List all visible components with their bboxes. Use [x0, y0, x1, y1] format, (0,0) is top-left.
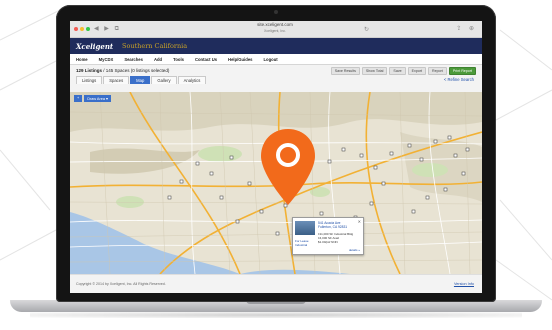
main-nav: Home MyCDX Searches Add Tools Contact Us…: [70, 54, 482, 65]
version-info-link[interactable]: Version Info: [454, 282, 474, 286]
stage: ◀ ▶ ⧉ site.xceligent.com Xceligent, Inc.…: [0, 0, 552, 330]
market-name: Southern California: [122, 42, 188, 50]
minimize-window-icon[interactable]: [80, 27, 84, 31]
browser-nav-arrows-icon[interactable]: ◀ ▶ ⧉: [94, 25, 121, 33]
copyright-text: Copyright © 2014 by Xceligent, Inc. All …: [76, 282, 166, 286]
tab-spaces[interactable]: Spaces: [103, 76, 130, 84]
window-controls: [74, 27, 90, 31]
nav-item-contact[interactable]: Contact Us: [195, 57, 217, 62]
save-results-button[interactable]: Save Results: [330, 67, 360, 75]
nav-item-tools[interactable]: Tools: [173, 57, 184, 62]
brand-bar: Xceligent Southern California: [70, 38, 482, 54]
results-summary: 129 Listings / 145 Spaces (0 listings se…: [76, 68, 169, 73]
tab-gallery[interactable]: Gallery: [151, 76, 177, 84]
page-tab-title: Xceligent, Inc.: [264, 29, 286, 33]
details-link[interactable]: details »: [349, 248, 360, 252]
close-icon[interactable]: ✕: [358, 219, 361, 224]
property-thumbnail[interactable]: [295, 221, 315, 235]
map-view[interactable]: + Draw Area ▾ ✕ 541 Acacia Ave Fullerton…: [70, 92, 482, 274]
browser-chrome: ◀ ▶ ⧉ site.xceligent.com Xceligent, Inc.…: [70, 21, 482, 38]
refine-search-link[interactable]: < Refine Search: [444, 77, 474, 82]
report-button[interactable]: Report: [428, 67, 447, 75]
laptop-lid: ◀ ▶ ⧉ site.xceligent.com Xceligent, Inc.…: [56, 5, 496, 302]
listing-count: 129 Listings: [76, 68, 103, 73]
address-bar[interactable]: site.xceligent.com Xceligent, Inc.: [190, 22, 360, 34]
space-count: / 145 Spaces (0 listings selected): [103, 68, 170, 73]
zoom-in-button[interactable]: +: [74, 95, 83, 102]
tab-analytics[interactable]: Analytics: [177, 76, 207, 84]
save-button[interactable]: Save: [389, 67, 406, 75]
draw-area-button[interactable]: Draw Area ▾: [84, 95, 111, 102]
location-pin-icon[interactable]: [258, 127, 318, 207]
maximize-window-icon[interactable]: [86, 27, 90, 31]
logo[interactable]: Xceligent: [76, 42, 113, 51]
page-footer: Copyright © 2014 by Xceligent, Inc. All …: [70, 274, 482, 293]
property-type: Industrial: [295, 243, 308, 247]
nav-item-searches[interactable]: Searches: [124, 57, 143, 62]
close-window-icon[interactable]: [74, 27, 78, 31]
tab-listings[interactable]: Listings: [76, 76, 103, 84]
nav-item-help[interactable]: Help/Guides: [228, 57, 252, 62]
nav-item-add[interactable]: Add: [154, 57, 162, 62]
show-total-button[interactable]: Show Total: [361, 67, 388, 75]
nav-item-mycdx[interactable]: MyCDX: [99, 57, 114, 62]
view-tabs: Listings Spaces Map Gallery Analytics: [76, 76, 207, 84]
nav-item-logout[interactable]: Logout: [263, 57, 277, 62]
map-controls: + Draw Area ▾: [74, 95, 111, 102]
action-buttons: Save Results Show Total Save Export Repo…: [330, 67, 476, 75]
property-rate: $1.00/psf NNN: [318, 240, 338, 244]
laptop-shadow: [30, 312, 522, 318]
nav-item-home[interactable]: Home: [76, 57, 88, 62]
camera-icon: [274, 10, 278, 14]
laptop-screen: ◀ ▶ ⧉ site.xceligent.com Xceligent, Inc.…: [70, 21, 482, 293]
property-city: Fullerton, CA 92831: [318, 225, 348, 229]
reload-icon[interactable]: ↻: [364, 26, 369, 33]
print-report-button[interactable]: Print Report: [448, 67, 476, 75]
export-button[interactable]: Export: [407, 67, 427, 75]
share-icon[interactable]: ⇪ ⊕: [456, 25, 477, 32]
tab-map[interactable]: Map: [130, 76, 151, 84]
listings-toolbar: 129 Listings / 145 Spaces (0 listings se…: [70, 65, 482, 85]
listing-popup[interactable]: ✕ 541 Acacia Ave Fullerton, CA 92831 ±11…: [292, 217, 364, 255]
